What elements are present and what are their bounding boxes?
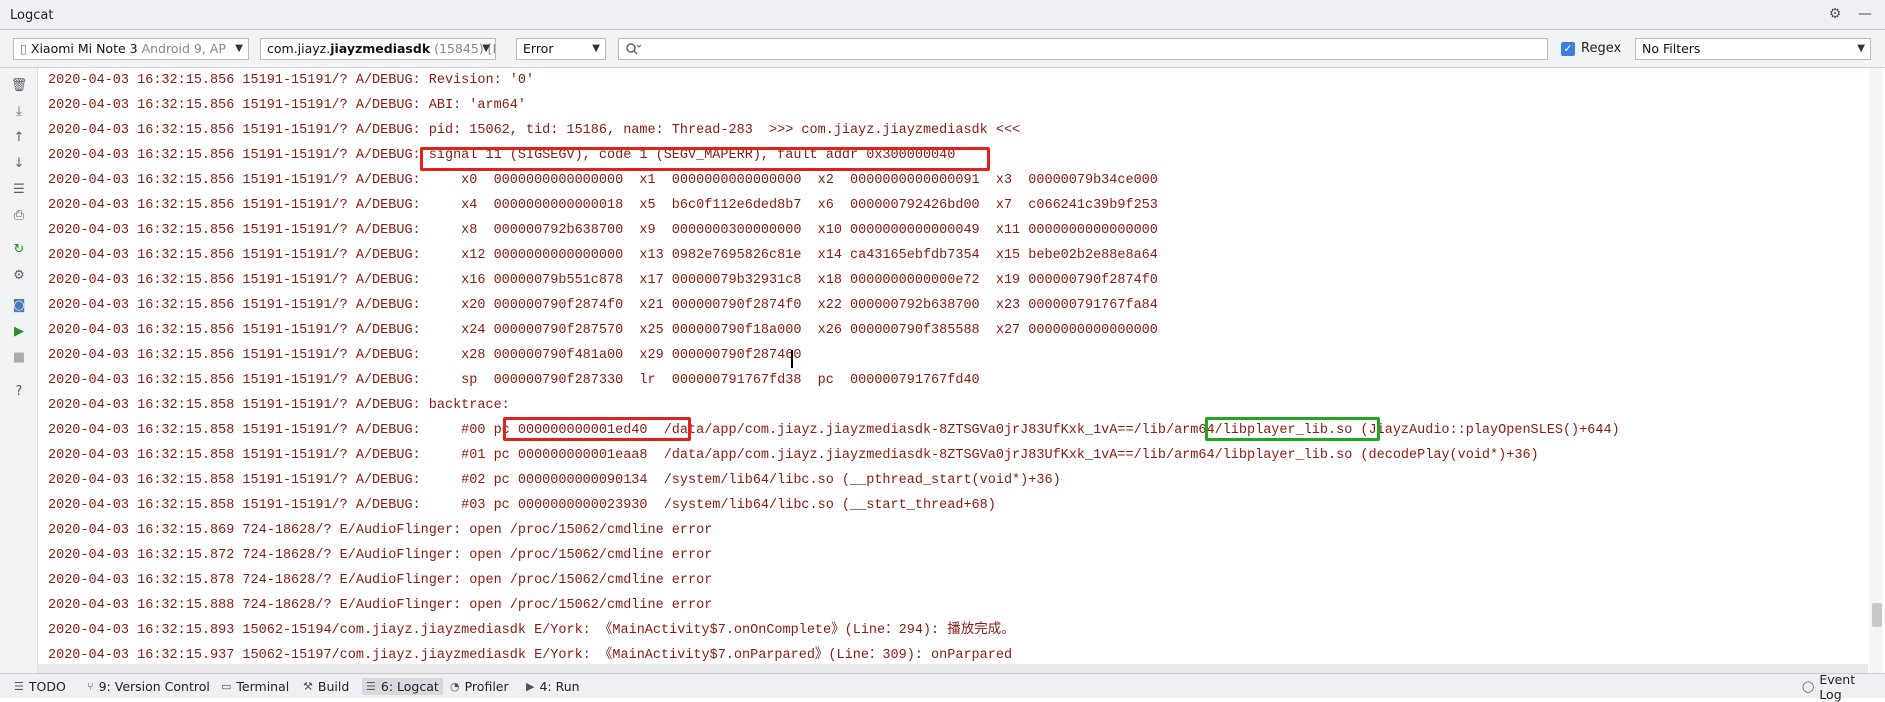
log-line: 2020-04-03 16:32:15.856 15191-15191/? A/… (48, 273, 1158, 288)
regex-checkbox[interactable]: ✓ (1561, 41, 1575, 56)
tab-label: 4: Run (539, 679, 580, 694)
log-line: 2020-04-03 16:32:15.888 724-18628/? E/Au… (48, 598, 713, 613)
text-cursor (791, 350, 793, 368)
record-icon[interactable]: ▶ (10, 322, 28, 340)
settings-icon[interactable]: ⚙ (10, 266, 28, 284)
tab-logcat[interactable]: ☰ 6: Logcat (362, 678, 443, 695)
library-highlight-box (1205, 417, 1380, 441)
soft-wrap-icon[interactable]: ☰ (10, 180, 28, 198)
search-input[interactable] (618, 38, 1548, 60)
chevron-down-icon: ▼ (1857, 43, 1865, 54)
chevron-down-icon: ▼ (482, 43, 490, 54)
down-arrow-icon[interactable]: ↓ (10, 154, 28, 172)
screenshot-icon[interactable]: ◙ (10, 296, 28, 314)
minimize-icon[interactable]: — (1857, 6, 1873, 22)
regex-toggle[interactable]: ✓ Regex (1561, 41, 1621, 56)
event-log-button[interactable]: ◯ Event Log (1798, 672, 1885, 702)
log-line: 2020-04-03 16:32:15.858 15191-15191/? A/… (48, 398, 510, 413)
up-arrow-icon[interactable]: ↑ (10, 128, 28, 146)
log-line: 2020-04-03 16:32:15.858 15191-15191/? A/… (48, 448, 1539, 463)
log-line: 2020-04-03 16:32:15.856 15191-15191/? A/… (48, 198, 1158, 213)
log-line: 2020-04-03 16:32:15.856 15191-15191/? A/… (48, 298, 1158, 313)
tab-terminal[interactable]: ▭ Terminal (217, 678, 293, 695)
scroll-end-icon[interactable]: ⤓ (10, 102, 28, 120)
log-output[interactable]: 2020-04-03 16:32:15.856 15191-15191/? A/… (38, 68, 1868, 673)
log-line: 2020-04-03 16:32:15.872 724-18628/? E/Au… (48, 548, 713, 563)
stop-icon[interactable]: ■ (10, 348, 28, 366)
device-detail: Android 9, AP (141, 41, 226, 56)
device-dropdown[interactable]: ▯ Xiaomi Mi Note 3 Android 9, AP ▼ (13, 38, 249, 60)
log-line: 2020-04-03 16:32:15.856 15191-15191/? A/… (48, 123, 1021, 138)
terminal-icon: ▭ (221, 680, 232, 693)
tab-label: TODO (28, 679, 66, 694)
chevron-down-icon: ▼ (235, 43, 243, 54)
log-line: 2020-04-03 16:32:15.856 15191-15191/? A/… (48, 73, 535, 88)
signal-highlight-box (420, 147, 990, 171)
log-line: 2020-04-03 16:32:15.856 15191-15191/? A/… (48, 323, 1158, 338)
log-level-value: Error (523, 41, 554, 56)
run-icon: ▶ (526, 680, 535, 693)
tool-window-bar: ☰ TODO ⑂ 9: Version Control ▭ Terminal ⚒… (0, 672, 1885, 702)
tab-profiler[interactable]: ◔ Profiler (446, 678, 513, 695)
device-name: Xiaomi Mi Note 3 (30, 41, 138, 56)
log-line: 2020-04-03 16:32:15.893 15062-15194/com.… (48, 623, 1015, 638)
tab-run[interactable]: ▶ 4: Run (522, 678, 584, 695)
regex-label: Regex (1581, 41, 1622, 56)
log-line: 2020-04-03 16:32:15.869 724-18628/? E/Au… (48, 523, 713, 538)
logcat-titlebar: Logcat ⚙ — (0, 0, 1885, 30)
process-name: jiayzmediasdk (330, 41, 431, 56)
pc-address-highlight-box (503, 417, 691, 441)
process-dropdown[interactable]: com.jiayz.jiayzmediasdk (15845) [D ▼ (260, 38, 496, 60)
search-icon (625, 42, 642, 59)
log-line: 2020-04-03 16:32:15.856 15191-15191/? A/… (48, 98, 526, 113)
horizontal-scrollbar[interactable] (38, 664, 1868, 673)
tab-build[interactable]: ⚒ Build (299, 678, 353, 695)
profiler-icon: ◔ (450, 680, 460, 693)
event-log-icon: ◯ (1802, 680, 1815, 693)
gear-icon[interactable]: ⚙ (1827, 6, 1843, 22)
tab-version-control[interactable]: ⑂ 9: Version Control (83, 678, 214, 695)
restart-icon[interactable]: ↻ (10, 240, 28, 258)
log-line: 2020-04-03 16:32:15.856 15191-15191/? A/… (48, 173, 1158, 188)
vertical-scroll-thumb[interactable] (1872, 603, 1882, 627)
list-icon: ☰ (14, 680, 24, 693)
log-line: 2020-04-03 16:32:15.878 724-18628/? E/Au… (48, 573, 713, 588)
log-line: 2020-04-03 16:32:15.856 15191-15191/? A/… (48, 223, 1158, 238)
tab-todo[interactable]: ☰ TODO (10, 678, 70, 695)
log-line: 2020-04-03 16:32:15.856 15191-15191/? A/… (48, 373, 980, 388)
hammer-icon: ⚒ (303, 680, 313, 693)
logcat-filter-bar: ▯ Xiaomi Mi Note 3 Android 9, AP ▼ com.j… (0, 30, 1885, 68)
print-icon[interactable]: ⎙ (10, 206, 28, 224)
vertical-scrollbar[interactable] (1869, 68, 1883, 673)
logcat-icon: ☰ (366, 680, 376, 693)
tab-label: Build (317, 679, 350, 694)
log-line: 2020-04-03 16:32:15.858 15191-15191/? A/… (48, 473, 1061, 488)
process-prefix: com.jiayz. (267, 41, 331, 56)
tab-label: 6: Logcat (380, 679, 439, 694)
log-line: 2020-04-03 16:32:15.858 15191-15191/? A/… (48, 423, 1620, 438)
log-line: 2020-04-03 16:32:15.856 15191-15191/? A/… (48, 348, 802, 363)
log-level-dropdown[interactable]: Error ▼ (516, 38, 606, 60)
logcat-side-toolbar: 🗑 ⤓ ↑ ↓ ☰ ⎙ ↻ ⚙ ◙ ▶ ■ ? (0, 68, 38, 673)
log-line: 2020-04-03 16:32:15.856 15191-15191/? A/… (48, 248, 1158, 263)
vcs-icon: ⑂ (87, 680, 94, 693)
tab-label: Profiler (464, 679, 509, 694)
tab-label: 9: Version Control (98, 679, 210, 694)
chevron-down-icon: ▼ (592, 43, 600, 54)
log-line: 2020-04-03 16:32:15.858 15191-15191/? A/… (48, 498, 996, 513)
help-icon[interactable]: ? (10, 382, 28, 400)
tab-label: Terminal (236, 679, 290, 694)
filter-config-dropdown[interactable]: No Filters ▼ (1635, 38, 1871, 60)
filter-config-value: No Filters (1642, 41, 1701, 56)
trash-icon[interactable]: 🗑 (10, 76, 28, 94)
event-log-label: Event Log (1819, 671, 1856, 702)
phone-icon: ▯ (20, 41, 27, 56)
window-title: Logcat (10, 8, 54, 23)
